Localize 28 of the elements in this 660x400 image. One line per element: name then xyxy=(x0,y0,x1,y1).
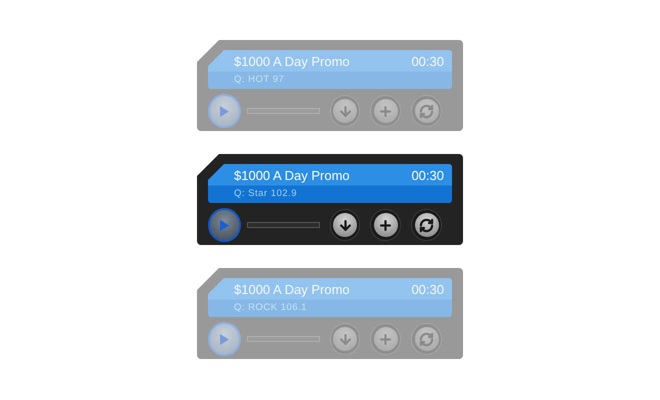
arrow-down-icon xyxy=(338,104,353,118)
download-button[interactable] xyxy=(330,209,360,241)
plus-icon xyxy=(378,104,394,118)
refresh-icon xyxy=(419,218,434,232)
station-label: Q: HOT 97 xyxy=(234,73,286,87)
play-button[interactable] xyxy=(208,208,241,242)
play-icon xyxy=(219,106,230,116)
station-label: Q: Star 102.9 xyxy=(234,187,298,201)
track-title: $1000 A Day Promo xyxy=(234,282,350,296)
arrow-down-icon xyxy=(338,218,353,232)
track-title: $1000 A Day Promo xyxy=(234,54,350,68)
station-label: Q: ROCK 106.1 xyxy=(234,301,308,315)
progress-track[interactable] xyxy=(246,222,320,228)
track-duration: 00:30 xyxy=(411,282,444,296)
refresh-icon xyxy=(419,332,434,346)
play-button[interactable] xyxy=(208,94,241,128)
refresh-button[interactable] xyxy=(411,209,442,241)
track-duration: 00:30 xyxy=(411,54,444,68)
play-button[interactable] xyxy=(208,322,241,356)
refresh-icon xyxy=(419,104,434,118)
plus-icon xyxy=(378,218,394,232)
play-icon xyxy=(219,334,230,344)
add-button[interactable] xyxy=(370,209,402,241)
arrow-down-icon xyxy=(338,332,353,346)
play-icon xyxy=(219,220,230,230)
track-duration: 00:30 xyxy=(411,168,444,182)
track-title: $1000 A Day Promo xyxy=(234,168,350,182)
plus-icon xyxy=(378,332,394,346)
